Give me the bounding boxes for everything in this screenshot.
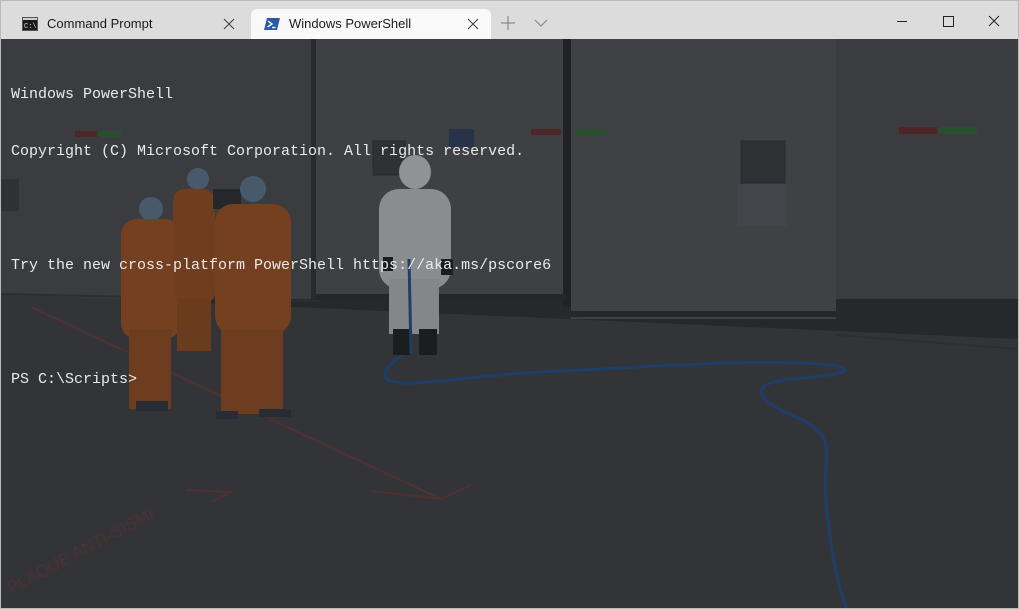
terminal-output[interactable]: Windows PowerShell Copyright (C) Microso… <box>11 47 551 427</box>
powershell-icon <box>264 17 280 31</box>
close-tab-icon[interactable] <box>221 16 237 32</box>
minimize-button[interactable] <box>879 1 925 39</box>
close-tab-icon[interactable] <box>465 16 481 32</box>
tab-label: Command Prompt <box>47 16 153 31</box>
terminal-pane[interactable]: PLAQUE ANTI-SISMI Windows PowerShell Cop… <box>1 39 1018 608</box>
svg-text:C:\: C:\ <box>24 23 37 31</box>
terminal-line: Try the new cross-platform PowerShell ht… <box>11 257 552 274</box>
terminal-line: Windows PowerShell <box>11 86 174 103</box>
tab-dropdown-button[interactable] <box>527 9 555 37</box>
maximize-icon <box>943 16 954 27</box>
plus-icon <box>501 16 515 30</box>
terminal-line: Copyright (C) Microsoft Corporation. All… <box>11 143 525 160</box>
chevron-down-icon <box>534 19 548 27</box>
terminal-window: C:\ Command Prompt Windows PowerShell PL… <box>0 0 1019 609</box>
tab-windows-powershell[interactable]: Windows PowerShell <box>251 9 491 39</box>
maximize-button[interactable] <box>925 1 971 39</box>
tab-command-prompt[interactable]: C:\ Command Prompt <box>9 9 247 39</box>
tab-label: Windows PowerShell <box>289 16 412 31</box>
new-tab-button[interactable] <box>494 9 522 37</box>
terminal-prompt[interactable]: PS C:\Scripts> <box>11 370 551 389</box>
minimize-icon <box>897 21 907 22</box>
title-bar[interactable]: C:\ Command Prompt Windows PowerShell <box>1 1 1018 39</box>
close-icon <box>988 15 1000 27</box>
close-window-button[interactable] <box>971 1 1017 39</box>
cmd-icon: C:\ <box>22 17 38 31</box>
